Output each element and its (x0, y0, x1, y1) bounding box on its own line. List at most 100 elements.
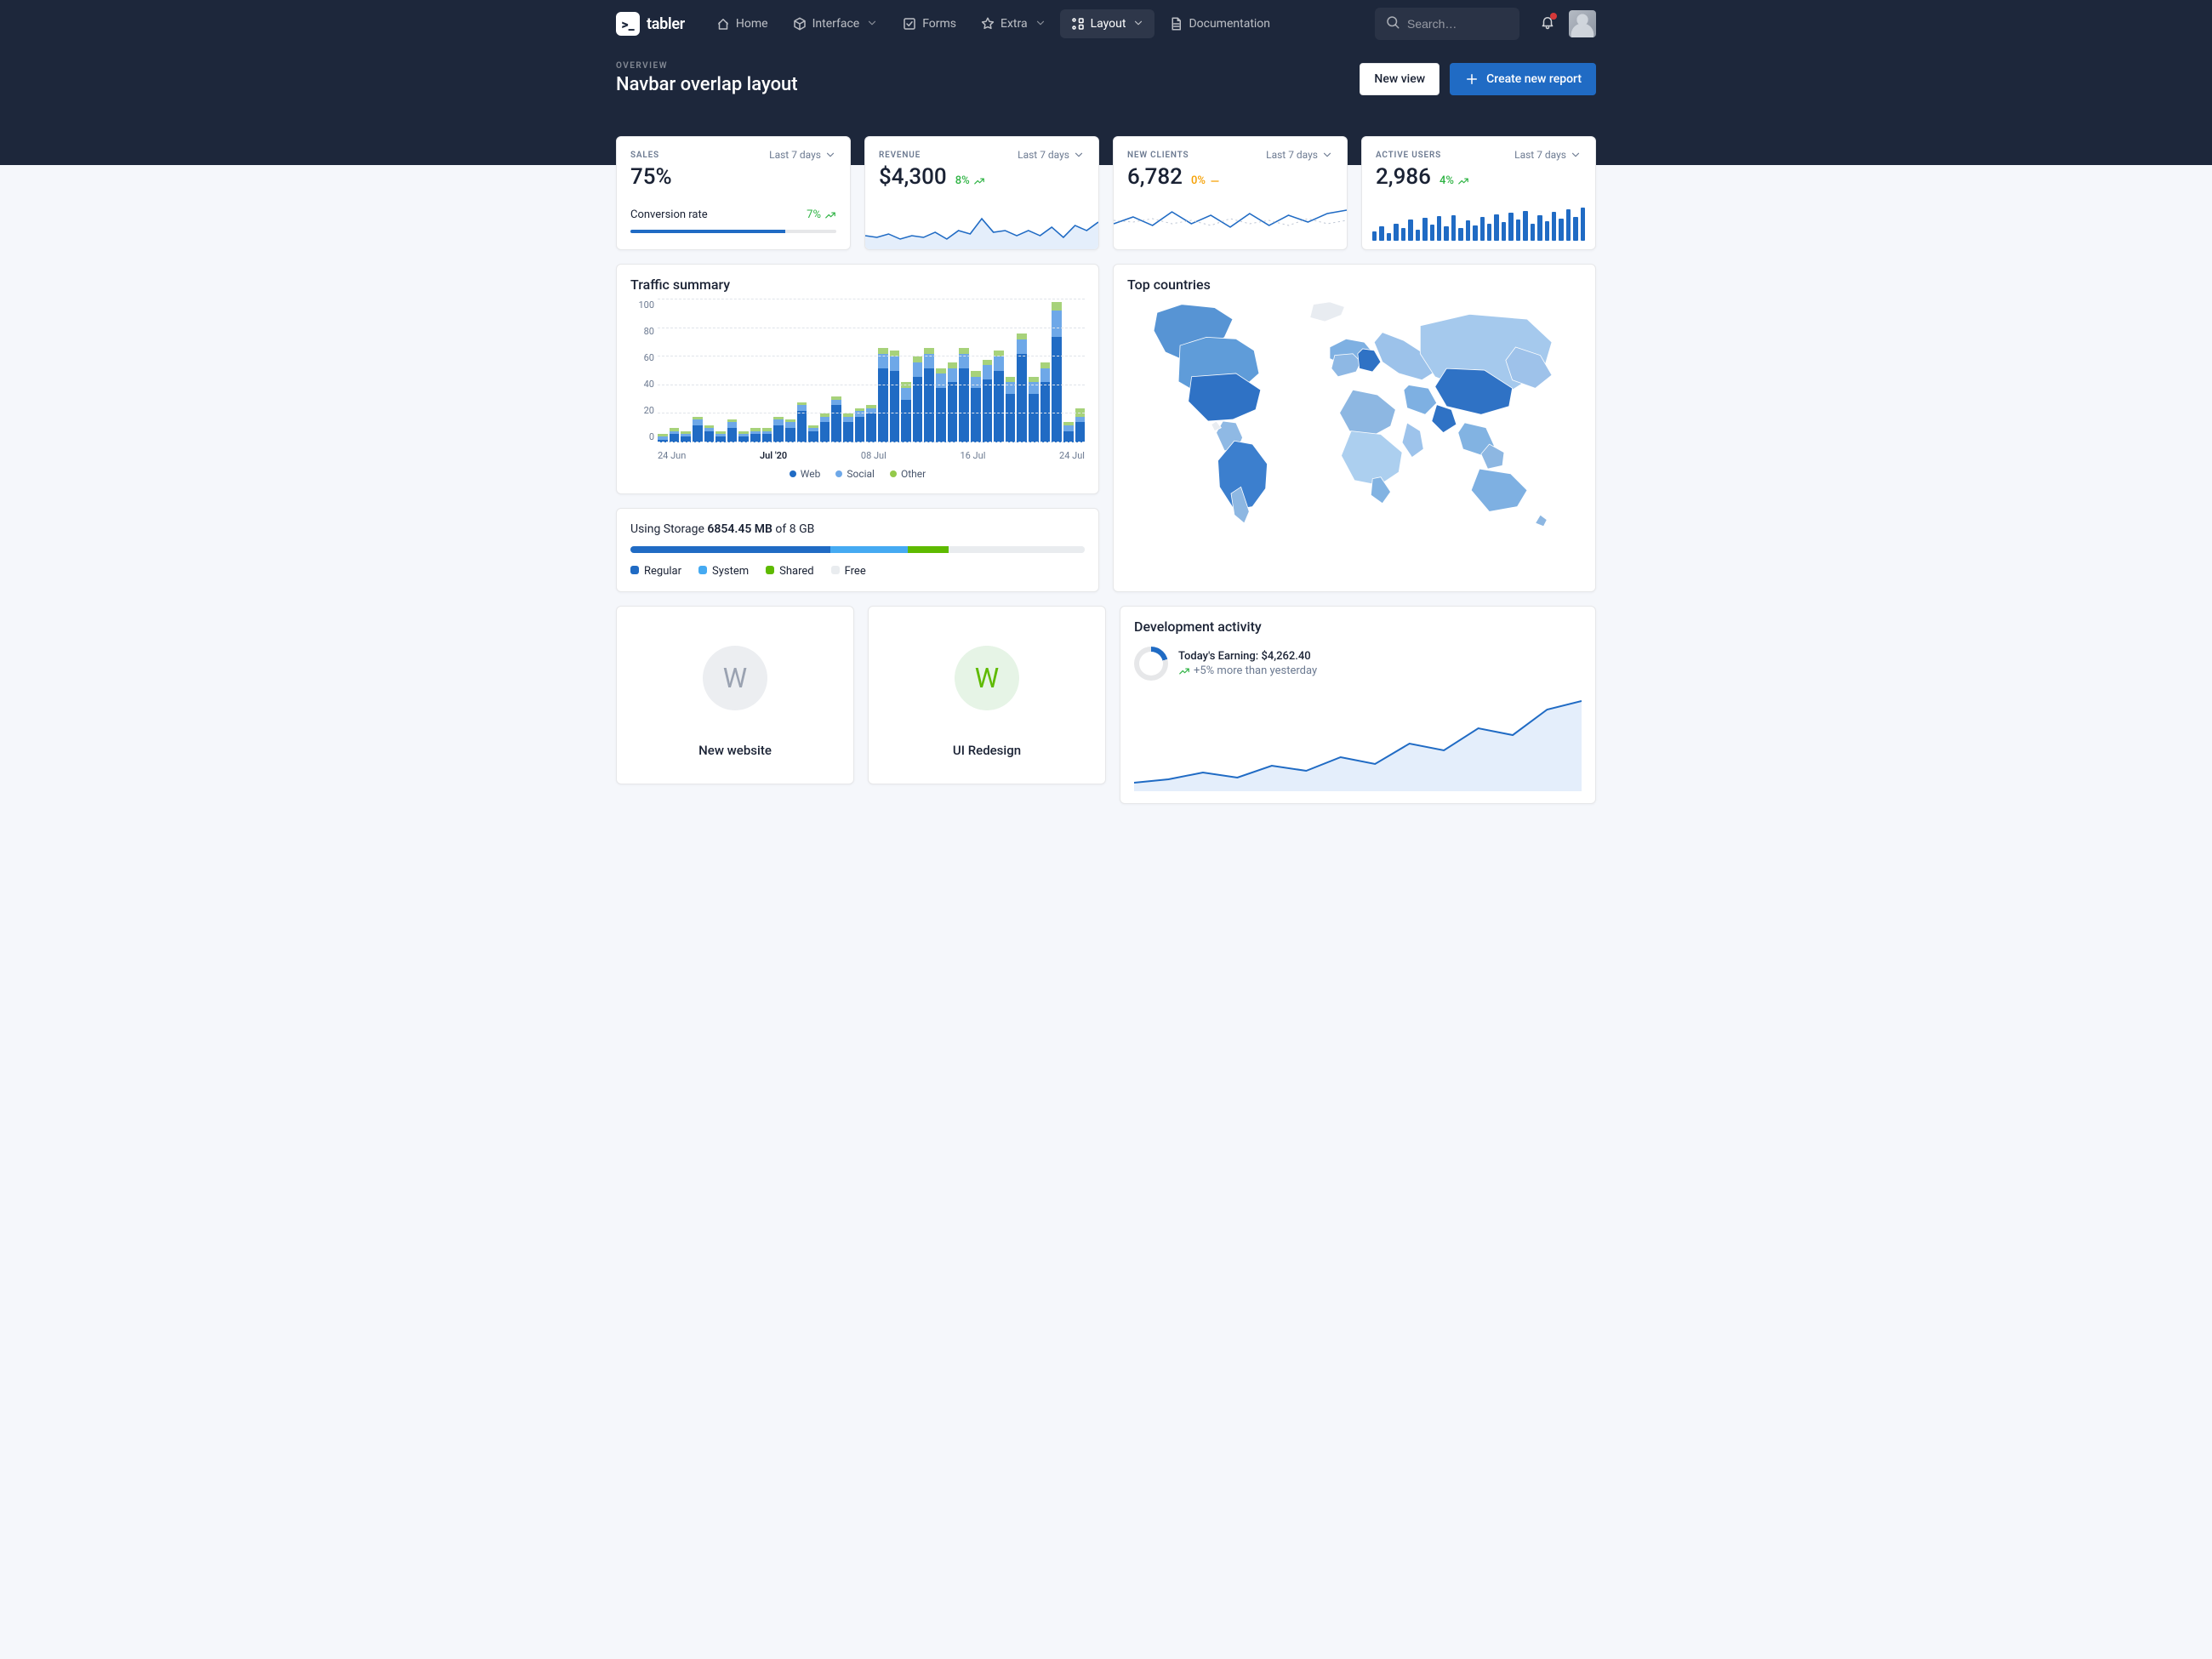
user-avatar[interactable] (1569, 10, 1596, 37)
search-input[interactable] (1407, 17, 1509, 31)
top-countries-card: Top countries (1113, 264, 1596, 592)
layout-icon (1070, 16, 1086, 31)
storage-legend-item: Shared (766, 565, 813, 578)
nav-extra[interactable]: Extra (970, 9, 1057, 38)
earning-value: $4,262.40 (1261, 650, 1310, 663)
revenue-sparkline (865, 202, 1098, 249)
conversion-label: Conversion rate (630, 208, 708, 221)
home-icon (715, 16, 731, 31)
file-text-icon (1168, 16, 1183, 31)
traffic-summary-card: Traffic summary 100806040200 24 JunJul '… (616, 264, 1099, 494)
earning-more: +5% more than yesterday (1194, 664, 1317, 677)
card-title: Traffic summary (617, 265, 1098, 293)
notifications-button[interactable] (1540, 14, 1555, 33)
period-label: Last 7 days (1018, 149, 1069, 161)
active-users-sparkbars (1372, 207, 1585, 241)
chevron-down-icon (1132, 17, 1144, 31)
brand-name: tabler (647, 15, 685, 33)
stat-delta: 4% (1440, 174, 1454, 187)
storage-suffix: of 8 GB (772, 522, 814, 536)
search-icon (1385, 14, 1400, 33)
storage-legend-item: Free (831, 565, 866, 578)
page-title: Navbar overlap layout (616, 74, 798, 95)
chevron-down-icon (1570, 149, 1582, 161)
button-label: Create new report (1486, 72, 1582, 86)
period-label: Last 7 days (1266, 149, 1318, 161)
stat-delta: 8% (955, 174, 970, 187)
period-label: Last 7 days (1514, 149, 1566, 161)
stat-value: 2,986 (1376, 164, 1431, 190)
stat-delta: 0% (1191, 174, 1206, 187)
nav-label: Layout (1091, 17, 1126, 31)
conversion-progress (630, 230, 836, 233)
page-header: OVERVIEW Navbar overlap layout (616, 61, 798, 95)
world-map[interactable] (1127, 298, 1582, 544)
chevron-down-icon (1073, 149, 1085, 161)
stat-sales-card: SALES Last 7 days 75% Conversion rate 7% (616, 136, 851, 250)
project-title: UI Redesign (953, 743, 1021, 758)
project-title: New website (698, 743, 772, 758)
storage-legend-item: System (698, 565, 749, 578)
conversion-pct: 7% (807, 208, 821, 221)
nav-home[interactable]: Home (705, 9, 778, 38)
project-card-new-website[interactable]: W New website (616, 606, 854, 784)
nav-label: Forms (922, 17, 956, 31)
brand-logo-mark: >_ (616, 12, 640, 36)
period-dropdown[interactable]: Last 7 days (1018, 149, 1085, 161)
chevron-down-icon (824, 149, 836, 161)
project-card-ui-redesign[interactable]: W UI Redesign (868, 606, 1106, 784)
storage-bar (630, 546, 1085, 553)
stat-value: $4,300 (879, 164, 947, 190)
page-pretitle: OVERVIEW (616, 61, 798, 71)
project-avatar: W (955, 646, 1019, 710)
stat-label: SALES (630, 151, 659, 160)
nav-documentation[interactable]: Documentation (1158, 9, 1280, 38)
stat-value: 75% (630, 164, 836, 190)
search-box[interactable] (1375, 8, 1519, 40)
package-icon (792, 16, 807, 31)
new-view-button[interactable]: New view (1360, 63, 1440, 95)
trend-flat-icon (1209, 175, 1221, 187)
nav-layout[interactable]: Layout (1060, 9, 1155, 38)
clients-sparkline (1114, 205, 1347, 234)
stat-revenue-card: REVENUE Last 7 days $4,300 8% (864, 136, 1099, 250)
development-activity-card: Development activity Today's Earning: $4… (1120, 606, 1596, 804)
stat-value: 6,782 (1127, 164, 1183, 190)
chevron-down-icon (1321, 149, 1333, 161)
nav-forms[interactable]: Forms (892, 9, 966, 38)
checkbox-icon (902, 16, 917, 31)
button-label: New view (1374, 72, 1425, 86)
storage-legend: Regular System Shared Free (630, 565, 1085, 578)
brand-logo[interactable]: >_ tabler (616, 12, 685, 36)
earning-donut (1134, 647, 1168, 681)
main-nav: Home Interface Forms Extra Layout (705, 9, 1280, 38)
stat-clients-card: NEW CLIENTS Last 7 days 6,782 0% (1113, 136, 1348, 250)
stat-label: NEW CLIENTS (1127, 151, 1189, 160)
period-dropdown[interactable]: Last 7 days (769, 149, 836, 161)
legend-social: Social (847, 468, 875, 480)
card-title: Development activity (1120, 607, 1595, 635)
period-dropdown[interactable]: Last 7 days (1514, 149, 1582, 161)
storage-legend-item: Regular (630, 565, 681, 578)
stat-label: REVENUE (879, 151, 921, 160)
notification-dot (1550, 13, 1557, 20)
dev-activity-sparkline (1134, 698, 1582, 791)
storage-card: Using Storage 6854.45 MB of 8 GB Regular… (616, 508, 1099, 592)
legend-web: Web (801, 468, 821, 480)
legend-other: Other (901, 468, 926, 480)
earning-label: Today's Earning: (1178, 650, 1261, 663)
trend-up-icon (1457, 175, 1469, 187)
trend-up-icon (1178, 665, 1190, 677)
nav-label: Documentation (1189, 17, 1270, 31)
chevron-down-icon (1035, 17, 1046, 31)
star-icon (980, 16, 995, 31)
traffic-chart: 100806040200 24 JunJul '2008 Jul16 Jul24… (630, 299, 1085, 461)
nav-label: Home (736, 17, 768, 31)
period-dropdown[interactable]: Last 7 days (1266, 149, 1333, 161)
nav-interface[interactable]: Interface (782, 9, 889, 38)
create-report-button[interactable]: Create new report (1450, 63, 1596, 95)
chevron-down-icon (866, 17, 878, 31)
trend-up-icon (973, 175, 985, 187)
stat-label: ACTIVE USERS (1376, 151, 1441, 160)
nav-label: Extra (1001, 17, 1028, 31)
